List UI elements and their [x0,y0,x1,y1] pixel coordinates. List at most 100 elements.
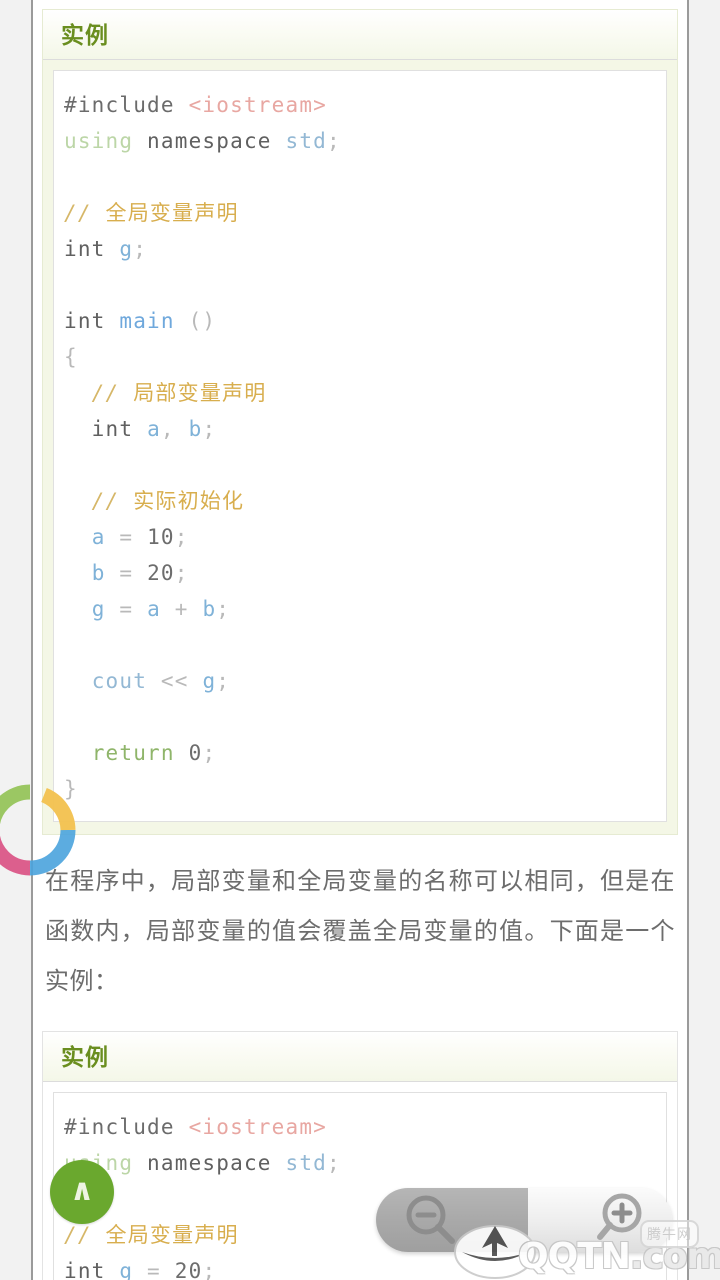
code-token: { [64,345,78,369]
code-line: using namespace std; [64,123,662,159]
example-title: 实例 [61,1044,109,1070]
code-line: int g = 20; [64,1253,662,1280]
code-line: // 全局变量声明 [64,195,662,231]
code-token: namespace [133,1151,286,1175]
code-token: std [285,1151,328,1175]
code-token: // [64,381,134,405]
code-token: namespace [133,129,286,153]
code-token: ; [202,1259,217,1280]
code-token: b [202,597,217,621]
article-content: 实例 #include <iostream> using namespace st… [33,0,687,1280]
code-token: ; [202,741,217,765]
code-token: 20 [147,561,175,585]
zoom-in-button[interactable] [528,1188,672,1252]
code-token: int [64,309,120,333]
code-line: b = 20; [64,555,662,591]
code-line: using namespace std; [64,1145,662,1181]
code-line: #include <iostream> [64,1109,662,1145]
code-token: a [147,417,161,441]
zoom-control-bar[interactable] [376,1188,672,1252]
code-token: b [91,561,106,585]
code-text: #include <iostream> using namespace std; … [64,87,662,807]
code-token: = [133,1259,175,1280]
code-token: 全局变量声明 [105,201,239,225]
code-line: int a, b; [64,411,662,447]
code-token: cout [91,669,148,693]
code-token: std [285,129,328,153]
code-line: cout << g; [64,663,662,699]
back-to-top-button[interactable]: ∧ [50,1160,114,1224]
code-token: a [91,525,106,549]
code-token: , [160,417,189,441]
code-token: + [160,597,203,621]
code-token: // [64,1223,106,1247]
code-token: g [202,669,217,693]
code-token: <iostream> [188,1115,328,1139]
code-token: ; [174,561,189,585]
code-token: ; [174,525,189,549]
code-line: { [64,339,662,375]
code-line: } [64,771,662,807]
code-token: g [119,237,134,261]
code-line: // 局部变量声明 [64,375,662,411]
code-token: g [119,1259,134,1280]
code-line: return 0; [64,735,662,771]
code-token: } [64,777,78,801]
code-token: ; [327,129,341,153]
code-token: main [119,309,175,333]
code-token: 实际初始化 [133,489,245,513]
example-header-1: 实例 [43,10,677,60]
code-token: 全局变量声明 [105,1223,239,1247]
page-right-rail [687,0,720,1280]
code-token: 0 [188,741,203,765]
code-token: b [188,417,203,441]
code-token: = [105,561,148,585]
code-token: // [64,489,134,513]
code-token: () [188,309,217,333]
code-line: int main () [64,303,662,339]
example-header-2: 实例 [43,1032,677,1082]
code-token: #include [64,93,189,117]
example-block-1: 实例 #include <iostream> using namespace st… [42,9,678,835]
zoom-out-button[interactable] [376,1188,528,1252]
code-token: = [105,597,148,621]
magnifier-plus-icon [597,1193,642,1240]
code-token: #include [64,1115,189,1139]
code-token: ; [202,417,217,441]
code-token: = [105,525,148,549]
code-token: int [64,417,148,441]
code-token: <iostream> [188,93,328,117]
code-line: #include <iostream> [64,87,662,123]
code-token: return [91,741,175,765]
chevron-up-icon: ∧ [69,1173,95,1208]
code-token: ; [327,1151,341,1175]
code-token: // [64,201,106,225]
code-token: ; [133,237,148,261]
page-left-rail [0,0,33,1280]
code-line: // 实际初始化 [64,483,662,519]
code-token: << [147,669,203,693]
code-line: a = 10; [64,519,662,555]
code-block-1[interactable]: #include <iostream> using namespace std; … [53,70,667,822]
code-line: g = a + b; [64,591,662,627]
code-token: using [64,129,134,153]
code-token: 20 [174,1259,203,1280]
code-token: ; [216,597,231,621]
code-token: int [64,1259,120,1280]
code-line: int g; [64,231,662,267]
example-title: 实例 [61,22,109,48]
body-paragraph: 在程序中，局部变量和全局变量的名称可以相同，但是在函数内，局部变量的值会覆盖全局… [45,868,675,995]
page-canvas: 实例 #include <iostream> using namespace st… [0,0,720,1280]
code-token: g [91,597,106,621]
